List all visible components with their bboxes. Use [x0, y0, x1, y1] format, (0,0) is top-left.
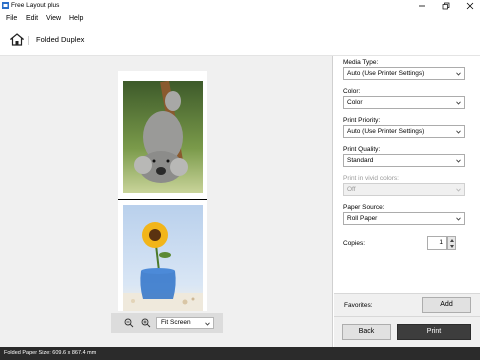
- close-icon: [466, 2, 474, 10]
- maximize-icon: [442, 2, 450, 10]
- color-label: Color:: [343, 88, 361, 95]
- chevron-down-icon: [456, 72, 461, 76]
- menu-bar: File Edit View Help: [0, 12, 480, 26]
- add-favorite-button[interactable]: Add: [422, 297, 471, 313]
- favorites-area: Favorites: Add: [334, 293, 480, 316]
- paper-source-value: Roll Paper: [347, 215, 378, 222]
- print-priority-select[interactable]: Auto (Use Printer Settings): [343, 125, 465, 138]
- paper-preview: [118, 71, 207, 311]
- vivid-colors-select: Off: [343, 183, 465, 196]
- zoom-select[interactable]: Fit Screen: [156, 317, 214, 329]
- title-bar: Free Layout plus: [0, 0, 480, 12]
- chevron-down-icon[interactable]: [450, 245, 454, 248]
- zoom-out-icon[interactable]: [124, 318, 134, 328]
- print-quality-select[interactable]: Standard: [343, 154, 465, 167]
- menu-help[interactable]: Help: [69, 14, 83, 24]
- status-bar: Folded Paper Size: 609.6 x 867.4 mm: [0, 347, 480, 360]
- close-button[interactable]: [460, 0, 480, 12]
- menu-view[interactable]: View: [46, 14, 61, 24]
- paper-size-status: Folded Paper Size: 609.6 x 867.4 mm: [4, 350, 97, 356]
- zoom-in-icon[interactable]: [141, 318, 151, 328]
- color-select[interactable]: Color: [343, 96, 465, 109]
- copies-input[interactable]: 1: [427, 236, 447, 250]
- media-type-select[interactable]: Auto (Use Printer Settings): [343, 67, 465, 80]
- chevron-down-icon: [456, 159, 461, 163]
- back-button[interactable]: Back: [342, 324, 391, 340]
- print-priority-label: Print Priority:: [343, 117, 381, 124]
- chevron-down-icon: [205, 322, 210, 326]
- menu-file[interactable]: File: [6, 14, 17, 24]
- paper-source-select[interactable]: Roll Paper: [343, 212, 465, 225]
- copies-label: Copies:: [343, 240, 366, 247]
- toolbar-separator: [28, 36, 29, 45]
- chevron-down-icon: [456, 217, 461, 221]
- printer-app-icon: [2, 2, 9, 9]
- preview-area: Fit Screen: [0, 56, 333, 347]
- minimize-icon: [419, 5, 425, 7]
- chevron-down-icon: [456, 188, 461, 192]
- menu-edit[interactable]: Edit: [26, 14, 38, 24]
- koala-photo[interactable]: [123, 81, 203, 193]
- zoom-select-value: Fit Screen: [161, 319, 191, 326]
- vivid-colors-label: Print in vivid colors:: [343, 175, 399, 182]
- fold-line: [118, 199, 207, 200]
- media-type-value: Auto (Use Printer Settings): [347, 70, 425, 77]
- sunflower-vase-photo[interactable]: [123, 205, 203, 311]
- toolbar: Folded Duplex: [0, 26, 480, 56]
- zoom-toolbar: Fit Screen: [111, 313, 223, 333]
- color-value: Color: [347, 99, 363, 106]
- paper-source-label: Paper Source:: [343, 204, 385, 211]
- action-area: Back Print: [334, 316, 480, 347]
- settings-panel: Media Type: Auto (Use Printer Settings) …: [334, 56, 480, 293]
- print-button[interactable]: Print: [397, 324, 471, 340]
- chevron-up-icon[interactable]: [450, 239, 454, 242]
- chevron-down-icon: [456, 130, 461, 134]
- print-quality-value: Standard: [347, 157, 374, 164]
- home-icon[interactable]: [10, 33, 24, 46]
- chevron-down-icon: [456, 101, 461, 105]
- layout-title: Folded Duplex: [36, 35, 85, 44]
- media-type-label: Media Type:: [343, 59, 379, 66]
- vivid-colors-value: Off: [347, 186, 356, 193]
- copies-stepper[interactable]: [447, 236, 456, 250]
- print-priority-value: Auto (Use Printer Settings): [347, 128, 425, 135]
- window-title: Free Layout plus: [11, 2, 60, 9]
- favorites-label: Favorites:: [344, 302, 373, 309]
- minimize-button[interactable]: [412, 0, 432, 12]
- print-quality-label: Print Quality:: [343, 146, 381, 153]
- maximize-button[interactable]: [436, 0, 456, 12]
